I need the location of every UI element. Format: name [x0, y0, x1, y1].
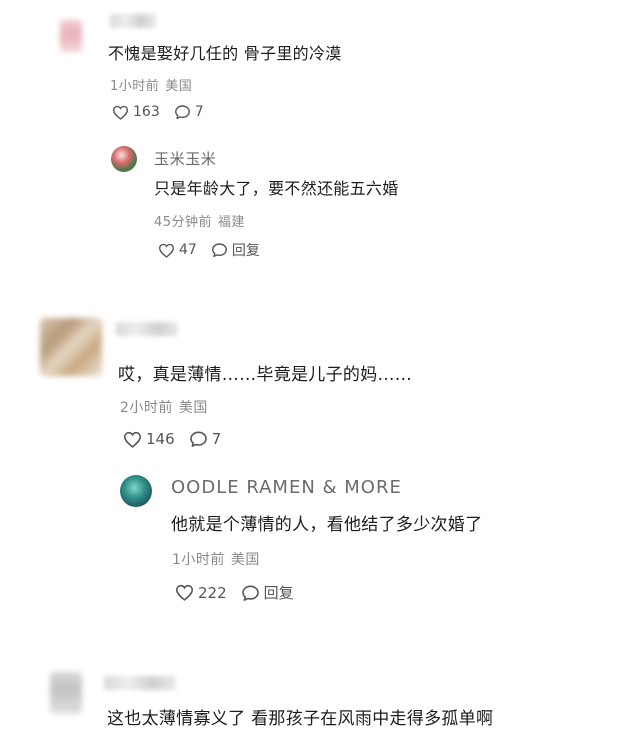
comment-location: 美国 — [178, 400, 208, 416]
like-count: 222 — [198, 583, 227, 602]
username-blurred[interactable] — [110, 14, 156, 28]
heart-icon — [123, 431, 142, 448]
reply-time: 1小时前 — [172, 552, 225, 568]
avatar[interactable] — [50, 672, 82, 714]
reply-location: 福建 — [218, 215, 246, 230]
like-button[interactable]: 47 — [158, 242, 197, 258]
reply-button[interactable]: 回复 — [241, 582, 294, 603]
comment-location: 美国 — [165, 79, 193, 94]
reply-count-button[interactable]: 7 — [189, 430, 222, 448]
reply-button[interactable]: 回复 — [211, 240, 260, 260]
username-blurred[interactable] — [116, 322, 178, 336]
reply-count: 7 — [194, 104, 204, 120]
reply-username[interactable]: OODLE RAMEN & MORE — [171, 477, 402, 498]
comment-meta: 1小时前 美国 — [110, 75, 192, 94]
avatar[interactable] — [111, 146, 137, 172]
reply-label: 回复 — [231, 243, 260, 259]
reply-meta: 45分钟前 福建 — [154, 211, 245, 230]
speech-bubble-icon — [174, 105, 190, 120]
like-count: 146 — [146, 430, 175, 448]
speech-bubble-icon — [211, 243, 227, 258]
reply-text: 只是年龄大了，要不然还能五六婚 — [154, 179, 399, 198]
reply-actions: 47 回复 — [158, 240, 274, 260]
like-button[interactable]: 222 — [175, 584, 227, 602]
comment-time: 1小时前 — [110, 79, 160, 94]
comment-actions: 163 7 — [112, 104, 218, 120]
comment-text: 这也太薄情寡义了 看那孩子在风雨中走得多孤单啊 — [107, 709, 494, 729]
like-count: 163 — [133, 104, 160, 120]
reply-time: 45分钟前 — [154, 215, 213, 230]
comment-text: 哎，真是薄情……毕竟是儿子的妈…… — [118, 365, 413, 385]
comment-meta: 2小时前 美国 — [120, 397, 208, 417]
reply-actions: 222 回复 — [175, 582, 308, 603]
reply-meta: 1小时前 美国 — [172, 549, 260, 569]
heart-icon — [112, 105, 129, 120]
like-button[interactable]: 146 — [123, 430, 175, 448]
comment-actions: 146 7 — [123, 430, 235, 448]
reply-text: 他就是个薄情的人，看他结了多少次婚了 — [171, 515, 483, 535]
speech-bubble-icon — [241, 584, 259, 601]
reply-username[interactable]: 玉米玉米 — [154, 148, 216, 169]
avatar[interactable] — [60, 20, 82, 52]
like-button[interactable]: 163 — [112, 104, 160, 120]
heart-icon — [175, 584, 194, 601]
username-blurred[interactable] — [104, 676, 176, 690]
like-count: 47 — [179, 242, 197, 258]
avatar[interactable] — [120, 475, 152, 507]
heart-icon — [158, 243, 175, 258]
reply-count-button[interactable]: 7 — [174, 104, 204, 120]
avatar[interactable] — [40, 318, 102, 376]
comment-text: 不愧是娶好几任的 骨子里的冷漠 — [108, 44, 342, 63]
comment-time: 2小时前 — [120, 400, 173, 416]
speech-bubble-icon — [189, 431, 207, 447]
reply-label: 回复 — [263, 584, 294, 602]
reply-location: 美国 — [230, 552, 260, 568]
reply-count: 7 — [211, 430, 222, 448]
